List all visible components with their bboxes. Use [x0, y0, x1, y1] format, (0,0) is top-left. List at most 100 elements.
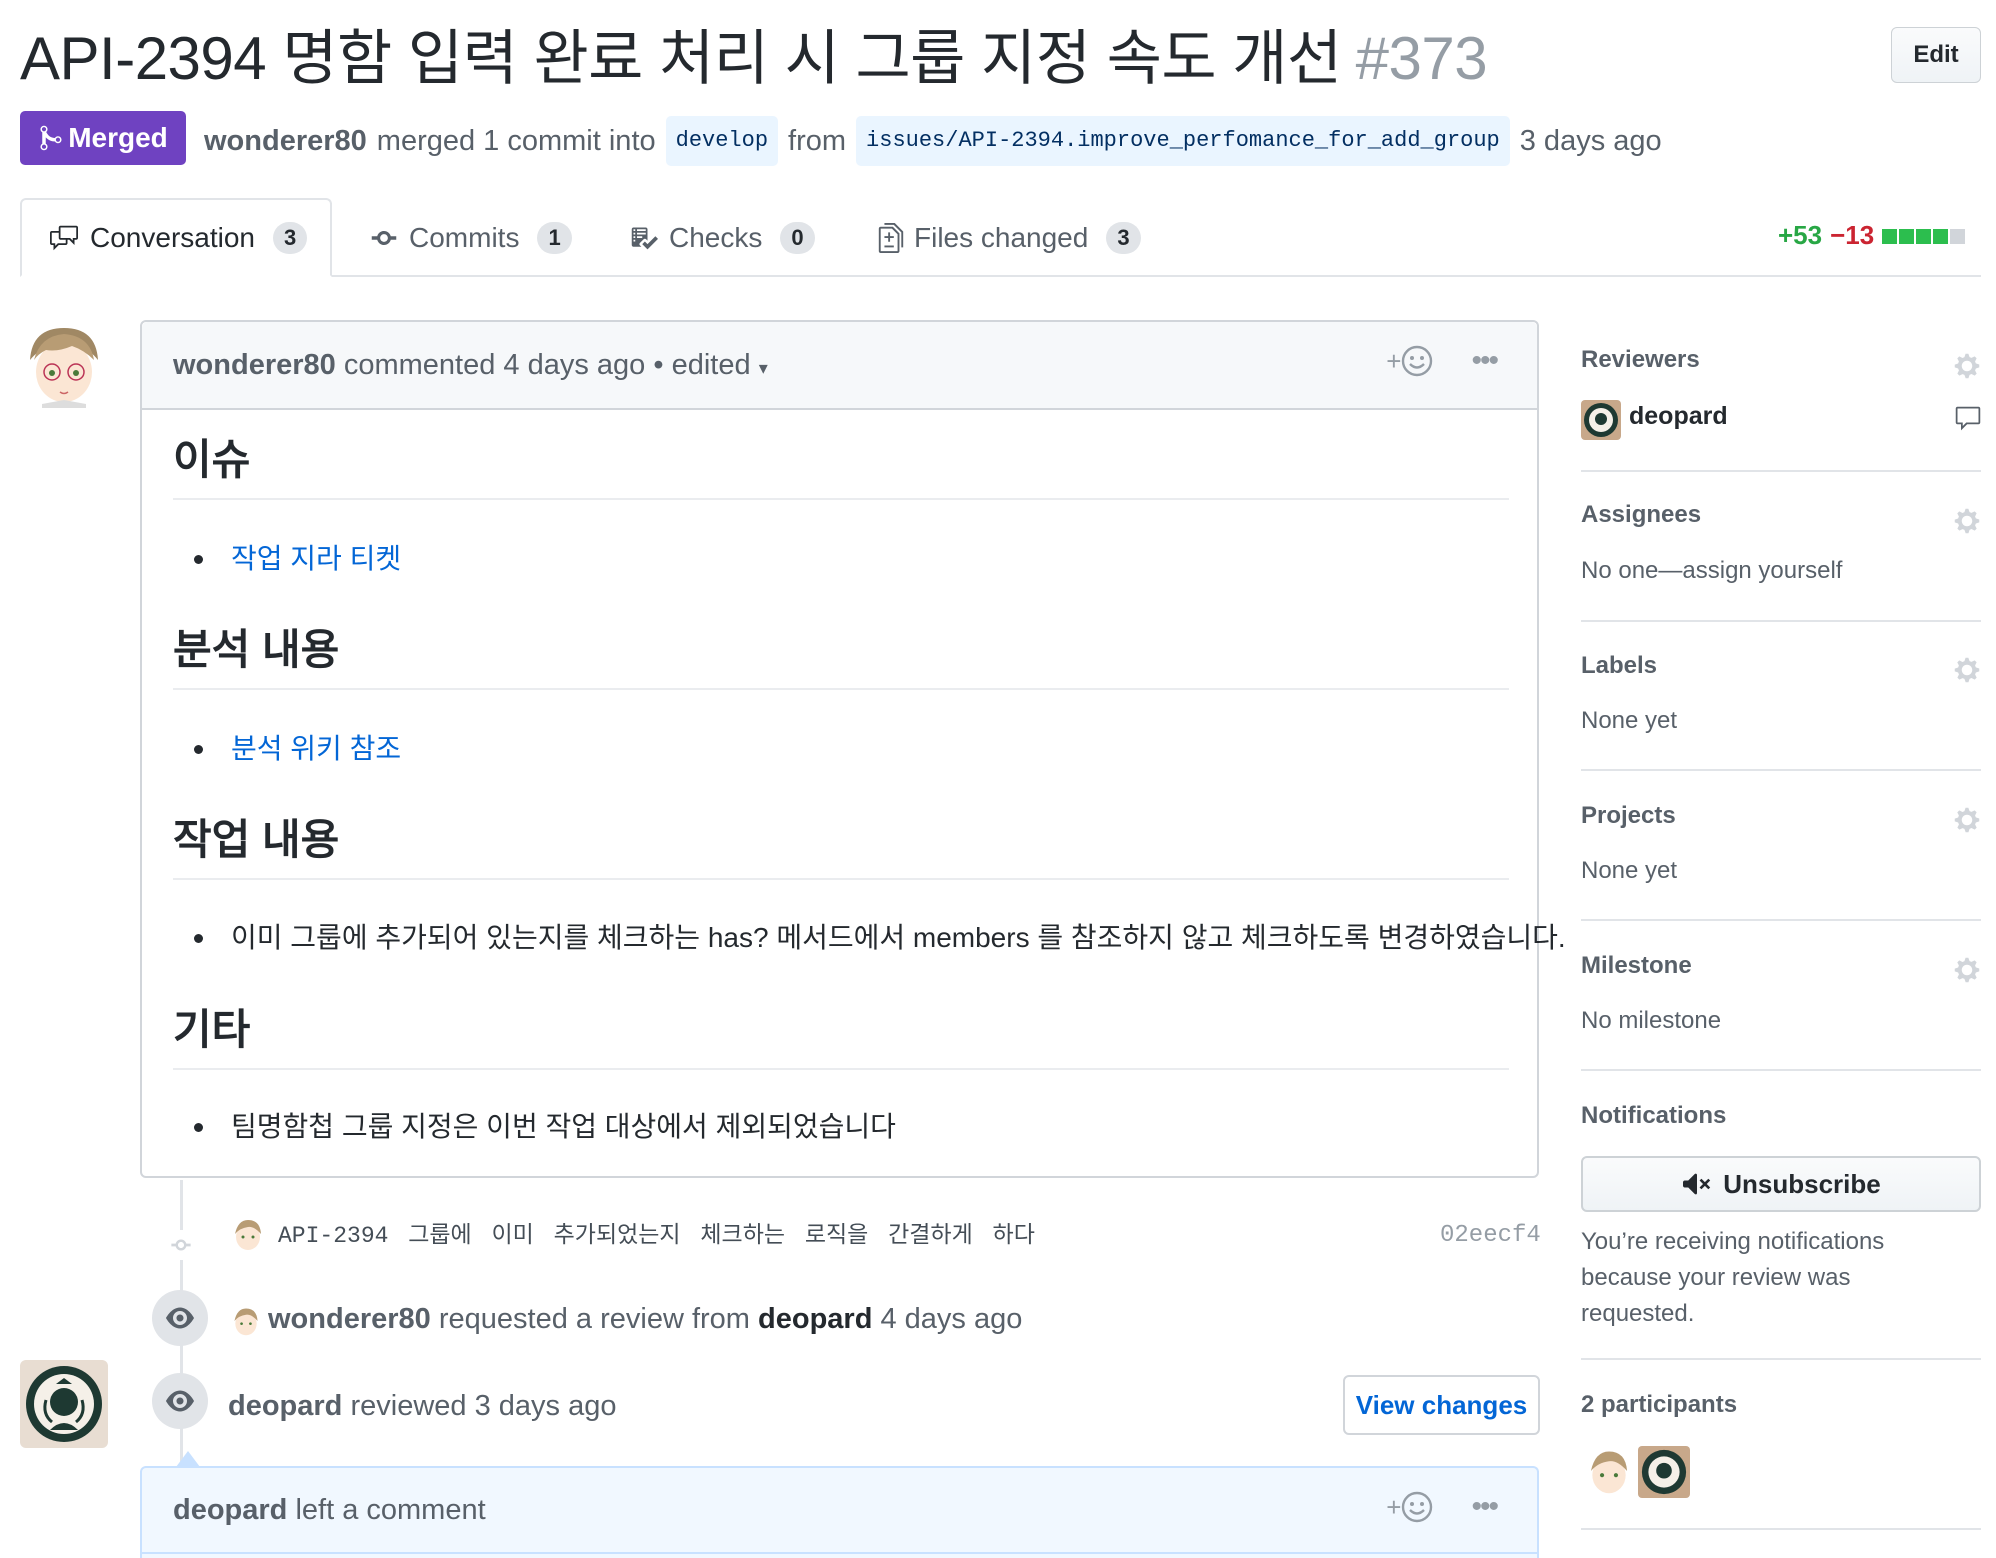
conversation-icon	[50, 225, 78, 250]
sidebar-divider	[1581, 919, 1981, 921]
commit-icon	[171, 1239, 191, 1251]
assignees-title[interactable]: Assignees	[1581, 501, 1701, 529]
eye-icon	[166, 1390, 194, 1412]
sidebar-divider	[1581, 470, 1981, 472]
etc-description: 팀명함첩 그룹 지정은 이번 작업 대상에서 제외되었습니다	[231, 1111, 896, 1142]
view-changes-button[interactable]: View changes	[1343, 1375, 1540, 1435]
diffstat-block	[1916, 229, 1932, 244]
projects-title[interactable]: Projects	[1581, 802, 1676, 830]
tab-checks[interactable]: Checks 0	[629, 198, 815, 277]
projects-value: None yet	[1581, 857, 1678, 884]
review-event: deopard reviewed 3 days ago	[228, 1386, 616, 1426]
author-avatar[interactable]	[20, 320, 108, 408]
review-request-time: 4 days ago	[880, 1303, 1023, 1335]
edited-dropdown[interactable]: • edited ▾	[653, 349, 767, 382]
requester-name[interactable]: wonderer80	[268, 1303, 431, 1335]
jira-ticket-link[interactable]: 작업 지라 티켓	[231, 539, 401, 579]
commit-sha[interactable]: 02eecf4	[1440, 1220, 1541, 1252]
review-request-event: wonderer80 requested a review from deopa…	[268, 1299, 1022, 1339]
diffstat-block	[1933, 229, 1949, 244]
unsubscribe-button[interactable]: Unsubscribe	[1581, 1156, 1981, 1212]
commit-author-avatar[interactable]	[230, 1216, 266, 1252]
notifications-reason-line: because your review was	[1581, 1264, 1851, 1291]
base-branch[interactable]: develop	[665, 116, 779, 166]
section-heading: 기타	[173, 1002, 1509, 1070]
gear-icon[interactable]	[1953, 507, 1981, 535]
add-reaction-button[interactable]: +	[1386, 345, 1433, 377]
tab-files-changed-count: 3	[1106, 221, 1141, 254]
requester-avatar[interactable]	[230, 1305, 262, 1337]
pr-number: #373	[1355, 25, 1488, 92]
gear-icon[interactable]	[1953, 352, 1981, 380]
smiley-icon	[1402, 345, 1433, 377]
tab-conversation-label: Conversation	[90, 221, 255, 253]
diffstat-block	[1899, 229, 1915, 244]
section-heading: 이슈	[173, 432, 1509, 500]
notifications-reason-line: You’re receiving notifications	[1581, 1228, 1885, 1255]
smiley-icon	[1402, 1491, 1433, 1523]
diffstat: +53 −13	[1778, 220, 1967, 251]
pr-title: API-2394 명함 입력 완료 처리 시 그룹 지정 속도 개선 #373	[20, 20, 1488, 98]
participant-avatar[interactable]	[1584, 1446, 1634, 1496]
tab-commits-label: Commits	[409, 221, 520, 253]
review-text: reviewed 3 days ago	[350, 1390, 617, 1422]
merged-text: merged 1 commit into	[376, 125, 656, 157]
requested-reviewer[interactable]: deopard	[758, 1303, 872, 1335]
more-options-icon[interactable]: •••	[1471, 344, 1498, 378]
merge-icon	[40, 125, 62, 151]
tab-checks-count: 0	[780, 221, 815, 254]
commit-icon	[371, 230, 397, 245]
pr-meta: wonderer80 merged 1 commit into develop …	[204, 116, 1662, 166]
notifications-reason: You’re receiving notifications because y…	[1581, 1224, 1884, 1332]
comment-action: commented 4 days ago	[343, 348, 646, 381]
labels-title[interactable]: Labels	[1581, 652, 1657, 680]
reviewer-avatar[interactable]	[20, 1360, 108, 1448]
more-options-icon[interactable]: •••	[1471, 1490, 1498, 1524]
comment-pointer	[176, 1451, 200, 1467]
sidebar-divider	[1581, 620, 1981, 622]
review-request-badge	[152, 1290, 208, 1346]
milestone-value: No milestone	[1581, 1007, 1722, 1034]
add-reaction-button[interactable]: +	[1386, 1491, 1433, 1523]
review-comment-text: left a comment	[295, 1493, 486, 1526]
unsubscribe-label: Unsubscribe	[1723, 1168, 1881, 1199]
tab-commits[interactable]: Commits 1	[369, 198, 572, 277]
tab-conversation[interactable]: Conversation 3	[20, 198, 332, 277]
labels-value: None yet	[1581, 707, 1678, 734]
review-badge	[152, 1373, 208, 1429]
sidebar-divider	[1581, 769, 1981, 771]
sidebar-divider	[1581, 1358, 1981, 1360]
edited-label: • edited	[653, 348, 751, 381]
tab-commits-count: 1	[537, 221, 572, 254]
gear-icon[interactable]	[1953, 806, 1981, 834]
milestone-title[interactable]: Milestone	[1581, 952, 1692, 980]
tab-files-changed-label: Files changed	[914, 221, 1089, 253]
comment-header: wonderer80 commented 4 days ago • edited…	[142, 322, 1537, 410]
edit-button[interactable]: Edit	[1891, 27, 1981, 83]
review-comment: deopard left a comment + •••	[140, 1466, 1539, 1558]
review-comment-author[interactable]: deopard	[173, 1494, 287, 1527]
commit-message[interactable]: API-2394 그룹에 이미 추가되었는지 체크하는 로직을 간결하게 하다	[278, 1220, 1035, 1252]
wiki-link[interactable]: 분석 위키 참조	[231, 729, 401, 769]
diffstat-block	[1950, 229, 1966, 244]
work-description: 이미 그룹에 추가되어 있는지를 체크하는 has? 메서드에서 members…	[231, 922, 1566, 953]
reviewer-deopard-avatar[interactable]	[1581, 400, 1621, 440]
merged-badge: Merged	[20, 111, 186, 165]
checklist-icon	[631, 227, 658, 249]
tab-files-changed[interactable]: Files changed 3	[878, 198, 1141, 277]
tab-conversation-count: 3	[272, 221, 308, 254]
gear-icon[interactable]	[1953, 956, 1981, 984]
gear-icon[interactable]	[1953, 656, 1981, 684]
review-request-text: requested a review from	[438, 1303, 750, 1335]
tab-checks-label: Checks	[669, 221, 763, 253]
head-branch[interactable]: issues/API-2394.improve_perfomance_for_a…	[856, 116, 1510, 166]
eye-icon	[166, 1307, 194, 1329]
review-actor[interactable]: deopard	[228, 1390, 342, 1422]
reviewer-name[interactable]: deopard	[1629, 402, 1728, 431]
assignees-value[interactable]: No one—assign yourself	[1581, 557, 1842, 585]
reviewers-title[interactable]: Reviewers	[1581, 346, 1700, 374]
pr-author[interactable]: wonderer80	[204, 120, 367, 162]
participant-avatar[interactable]	[1638, 1446, 1690, 1498]
comment-author[interactable]: wonderer80	[173, 349, 336, 382]
from-text: from	[788, 125, 847, 157]
